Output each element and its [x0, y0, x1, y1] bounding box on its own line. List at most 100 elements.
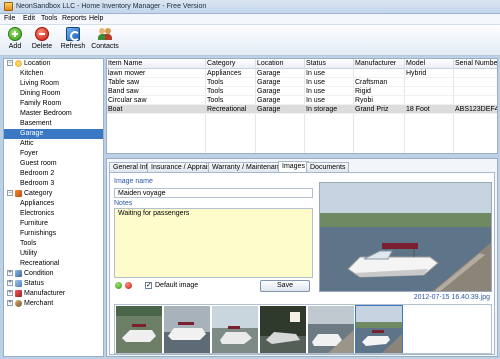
tree-item-dining-room[interactable]: Dining Room	[4, 89, 103, 99]
tree-item-appliances[interactable]: Appliances	[4, 199, 103, 209]
tree-node-merchant[interactable]: + Merchant	[4, 299, 103, 309]
contacts-button[interactable]: Contacts	[90, 27, 120, 54]
table-row[interactable]: Band saw Tools Garage In use Rigid	[107, 87, 497, 96]
cell-serial-number	[454, 78, 497, 87]
column-header-status[interactable]: Status	[305, 59, 354, 69]
image-filename-link[interactable]: 2012-07-15 16.40.39.jpg	[414, 294, 490, 301]
tree-item-family-room[interactable]: Family Room	[4, 99, 103, 109]
column-header-item-name[interactable]: Item Name	[107, 59, 206, 69]
column-header-category[interactable]: Category	[206, 59, 256, 69]
table-row[interactable]: lawn mower Appliances Garage In use Hybr…	[107, 69, 497, 78]
tree-node-location[interactable]: − Location	[4, 59, 103, 69]
thumbnail[interactable]	[116, 306, 162, 353]
delete-button[interactable]: Delete	[29, 27, 55, 54]
tree-item-furniture[interactable]: Furniture	[4, 219, 103, 229]
column-header-model[interactable]: Model	[405, 59, 454, 69]
cell-status: In use	[306, 70, 326, 77]
cell-status: In use	[306, 97, 326, 104]
items-table: Item Name Category Location Status Manuf…	[106, 58, 498, 154]
cell-manufacturer: Ryobi	[355, 97, 373, 104]
tree-item-master-bedroom[interactable]: Master Bedroom	[4, 109, 103, 119]
default-image-checkbox[interactable]: ✓	[145, 282, 152, 289]
save-button[interactable]: Save	[260, 280, 310, 292]
menu-tools[interactable]: Tools	[41, 15, 57, 22]
tree-label-category: Category	[24, 190, 53, 197]
cell-item-name: lawn mower	[108, 70, 146, 77]
tree-item-furnishings[interactable]: Furnishings	[4, 229, 103, 239]
menu-help[interactable]: Help	[89, 15, 103, 22]
thumbnail[interactable]	[308, 306, 354, 353]
lightbulb-icon	[15, 59, 22, 67]
add-image-icon[interactable]	[115, 282, 122, 289]
expand-icon[interactable]: +	[7, 290, 13, 297]
thumbnail[interactable]	[164, 306, 210, 353]
title-bar: NeonSandbox LLC - Home Inventory Manager…	[0, 0, 500, 14]
tree-node-status[interactable]: + Status	[4, 279, 103, 289]
notes-textarea[interactable]: Waiting for passengers	[114, 208, 313, 278]
collapse-icon[interactable]: −	[7, 190, 13, 197]
table-row-selected[interactable]: Boat Recreational Garage In storage Gran…	[107, 105, 497, 114]
expand-icon[interactable]: +	[7, 300, 13, 307]
table-row[interactable]: Circular saw Tools Garage In use Ryobi	[107, 96, 497, 105]
tree-item-kitchen[interactable]: Kitchen	[4, 69, 103, 79]
tab-documents[interactable]: Documents	[306, 162, 350, 172]
tree-node-category[interactable]: − Category	[4, 189, 103, 199]
tree-item-electronics[interactable]: Electronics	[4, 209, 103, 219]
expand-icon[interactable]: +	[7, 270, 13, 277]
column-header-serial-number[interactable]: Serial Number	[454, 59, 497, 69]
tree-node-manufacturer[interactable]: + Manufacturer	[4, 289, 103, 299]
cell-serial-number	[454, 69, 497, 78]
tree-label-merchant: Merchant	[24, 300, 54, 307]
tree-item-living-room[interactable]: Living Room	[4, 79, 103, 89]
toolbar: Add Delete Refresh Contacts	[0, 25, 500, 56]
merchant-icon	[15, 299, 22, 307]
thumbnail[interactable]	[212, 306, 258, 353]
tree-label-condition: Condition	[24, 270, 54, 277]
contacts-label: Contacts	[91, 43, 119, 50]
condition-icon	[15, 269, 22, 277]
menu-edit[interactable]: Edit	[23, 15, 35, 22]
cell-item-name: Band saw	[108, 88, 139, 95]
cell-serial-number	[454, 96, 497, 105]
tree-item-foyer[interactable]: Foyer	[4, 149, 103, 159]
cell-manufacturer	[354, 69, 404, 78]
cell-model: Hybrid	[406, 70, 427, 77]
tree-item-bedroom-2[interactable]: Bedroom 2	[4, 169, 103, 179]
remove-image-icon[interactable]	[125, 282, 132, 289]
cell-model	[405, 96, 453, 105]
tree-item-attic[interactable]: Attic	[4, 139, 103, 149]
menu-file[interactable]: File	[4, 15, 15, 22]
collapse-icon[interactable]: −	[7, 60, 13, 67]
cell-serial-number: ABS123DEF456	[455, 106, 497, 113]
menu-reports[interactable]: Reports	[62, 15, 87, 22]
thumbnail[interactable]	[260, 306, 306, 353]
tree-item-tools[interactable]: Tools	[4, 239, 103, 249]
add-icon	[8, 27, 22, 41]
tree-item-bedroom-3[interactable]: Bedroom 3	[4, 179, 103, 189]
cell-serial-number	[454, 87, 497, 96]
tree-node-condition[interactable]: + Condition	[4, 269, 103, 279]
tree-item-guest-room[interactable]: Guest room	[4, 159, 103, 169]
image-preview	[319, 182, 492, 292]
table-row[interactable]: Table saw Tools Garage In use Craftsman	[107, 78, 497, 87]
menu-bar: File Edit Tools Reports Help	[0, 14, 500, 25]
tree-item-utility[interactable]: Utility	[4, 249, 103, 259]
column-header-manufacturer[interactable]: Manufacturer	[354, 59, 405, 69]
cell-location: Garage	[257, 70, 281, 77]
status-icon	[15, 279, 22, 287]
tab-images[interactable]: Images	[278, 161, 309, 172]
add-button[interactable]: Add	[4, 27, 26, 54]
tree-item-recreational[interactable]: Recreational	[4, 259, 103, 269]
column-header-location[interactable]: Location	[256, 59, 305, 69]
tree-label-location: Location	[24, 60, 51, 67]
thumbnail-selected[interactable]	[355, 305, 403, 353]
tree-label-status: Status	[24, 280, 44, 287]
tree-item-basement[interactable]: Basement	[4, 119, 103, 129]
refresh-button[interactable]: Refresh	[59, 27, 87, 54]
expand-icon[interactable]: +	[7, 280, 13, 287]
image-name-input[interactable]: Maiden voyage	[114, 188, 313, 198]
category-icon	[15, 189, 22, 197]
notes-label: Notes	[114, 200, 133, 207]
sidebar-tree: − Location Kitchen Living Room Dining Roo…	[3, 58, 104, 357]
tree-item-garage[interactable]: Garage	[4, 129, 103, 139]
